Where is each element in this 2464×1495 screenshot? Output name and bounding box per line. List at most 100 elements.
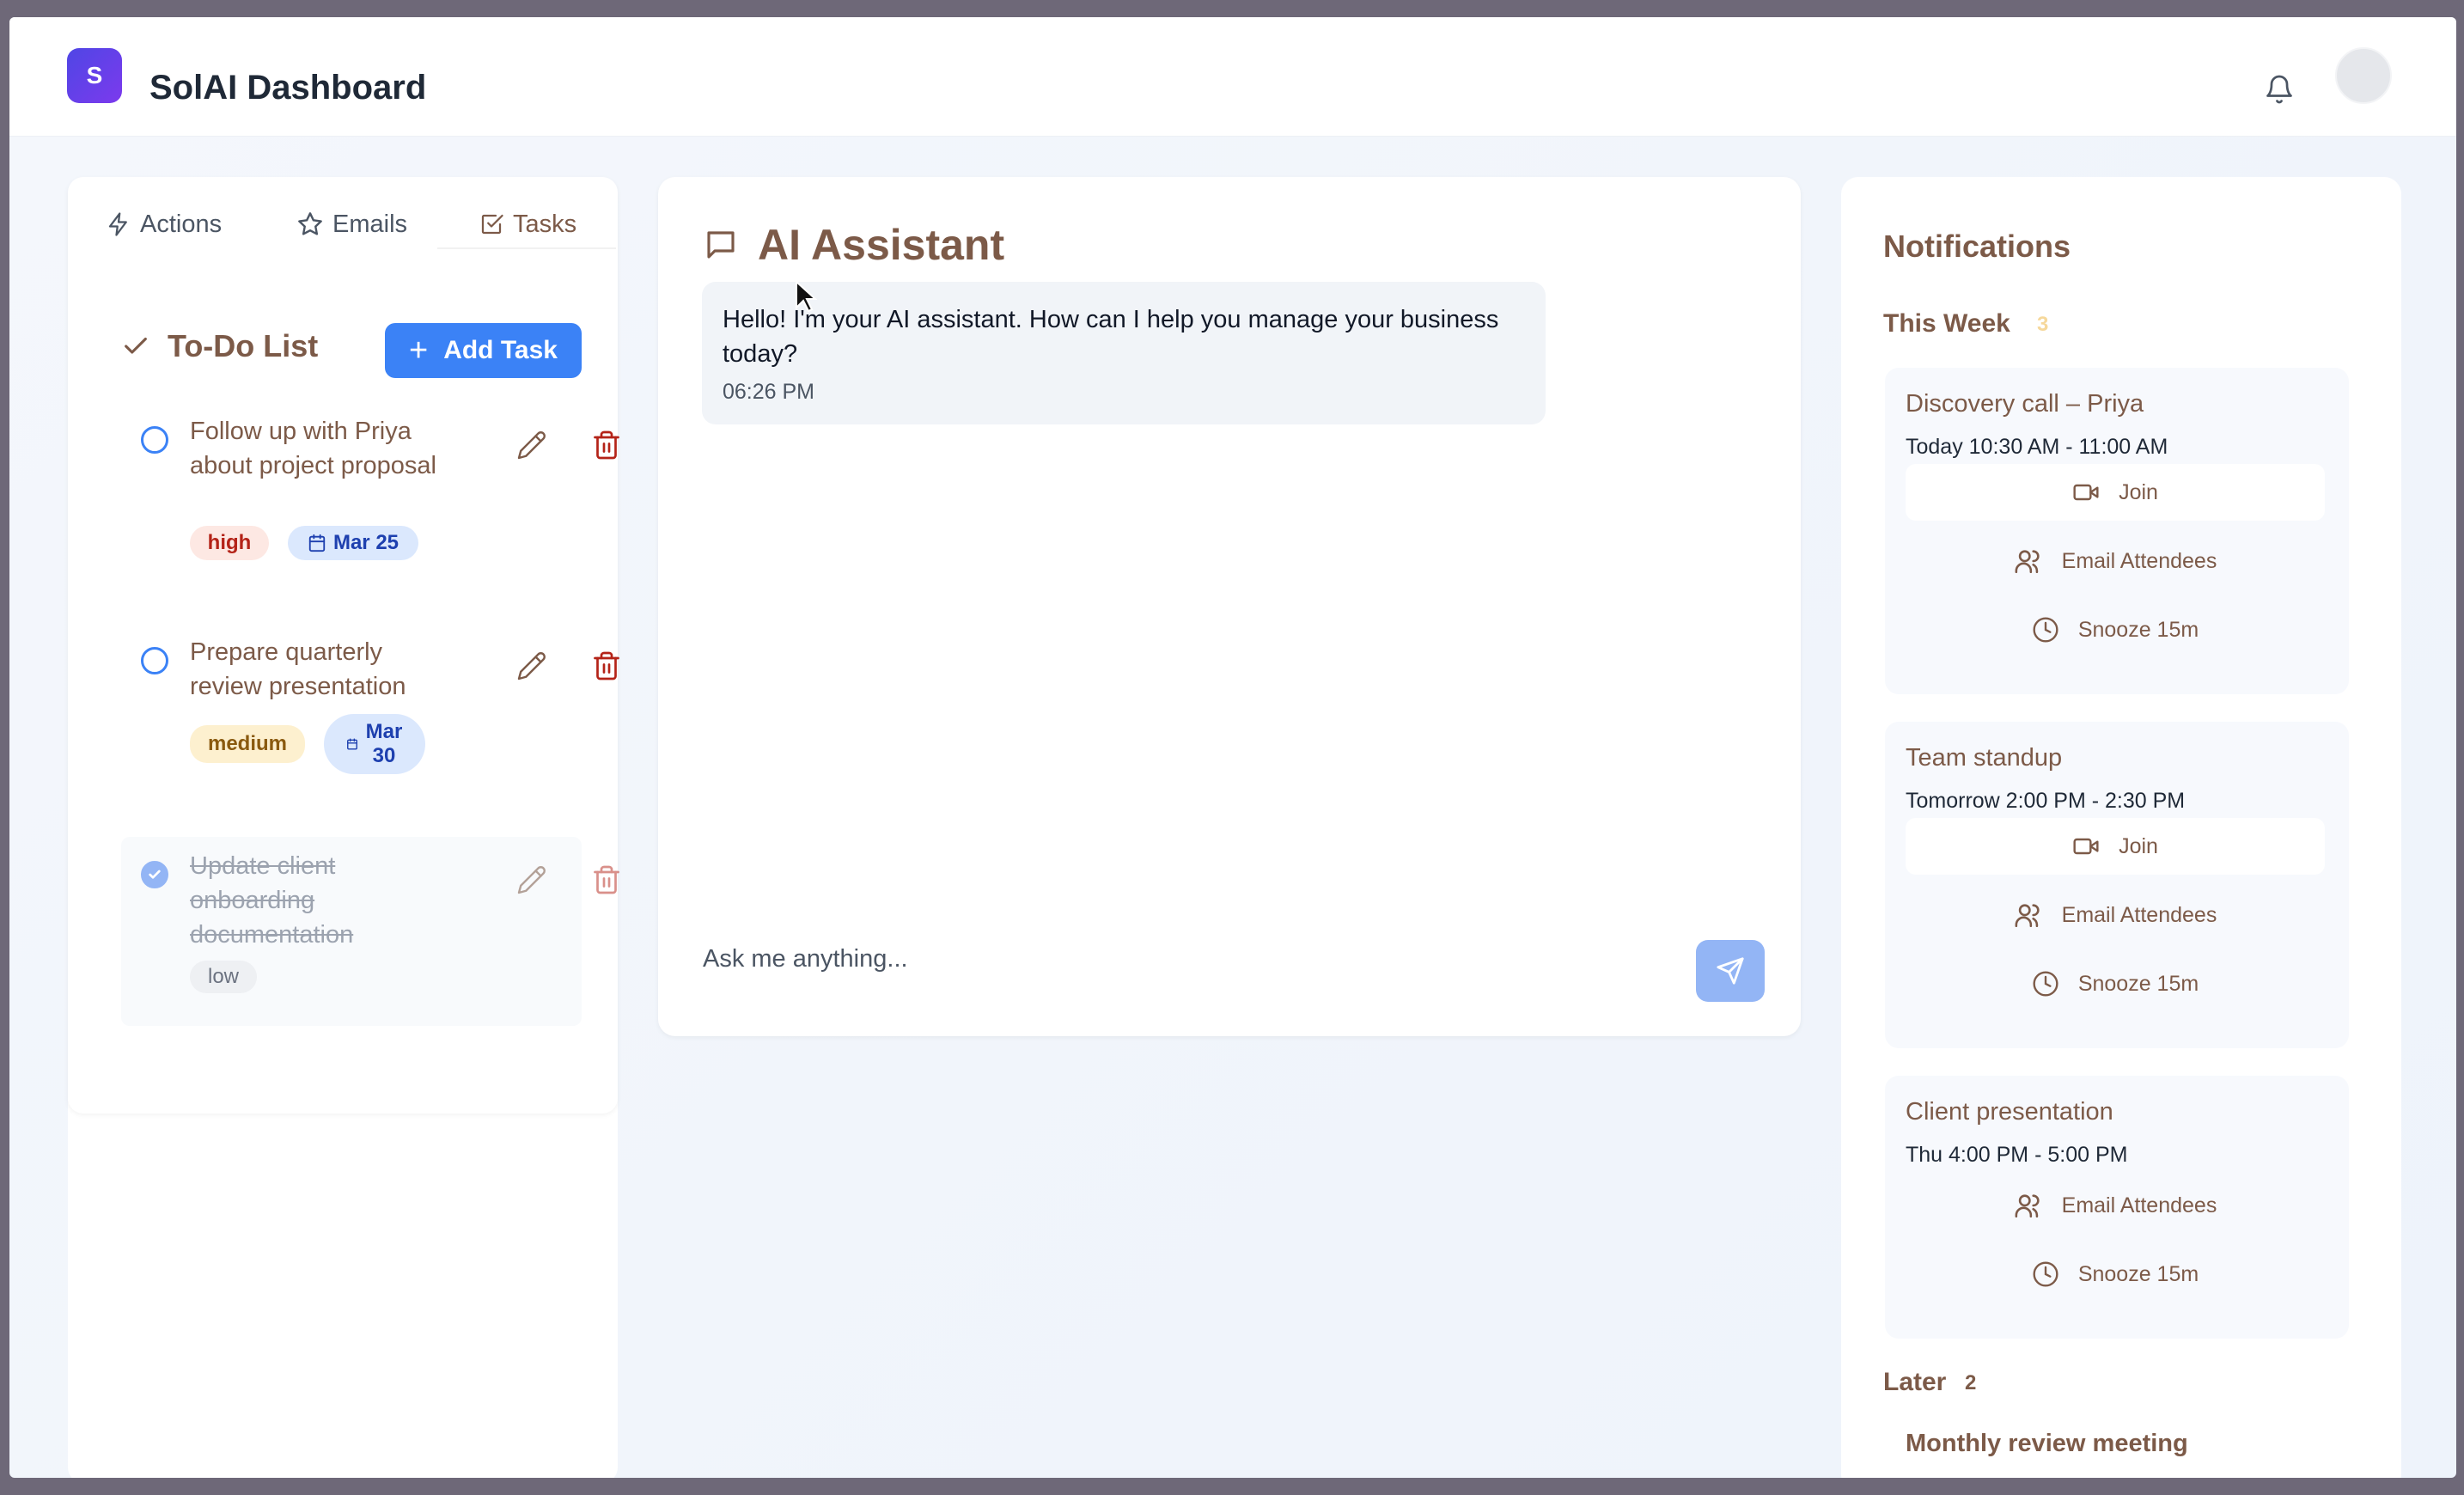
notifications-title: Notifications: [1883, 229, 2071, 264]
calendar-icon: [347, 738, 357, 750]
users-icon: [2015, 550, 2040, 574]
task-checkbox-checked[interactable]: [141, 861, 168, 888]
due-date-badge: Mar 25: [288, 526, 418, 560]
priority-badge: low: [190, 961, 257, 993]
event-title: Monthly review meeting: [1906, 1430, 2188, 1457]
due-date-badge: Mar 30: [324, 714, 425, 774]
mouse-cursor-icon: [796, 280, 817, 313]
join-button[interactable]: Join: [1906, 464, 2325, 521]
trash-icon[interactable]: [591, 650, 622, 681]
todo-header: To-Do List: [121, 328, 318, 364]
avatar[interactable]: [2335, 47, 2392, 104]
event-card: Client presentation Thu 4:00 PM - 5:00 P…: [1885, 1076, 2349, 1339]
clock-icon: [2033, 971, 2058, 997]
add-task-button[interactable]: + Add Task: [385, 323, 582, 378]
due-date-text: Mar 25: [332, 531, 399, 554]
event-title: Discovery call – Priya: [1906, 390, 2144, 418]
event-time: Tomorrow 2:00 PM - 2:30 PM: [1906, 789, 2186, 813]
users-icon: [2015, 904, 2040, 928]
checkbox-icon: [481, 214, 503, 235]
event-title: Team standup: [1906, 744, 2063, 772]
calendar-icon: [308, 534, 326, 552]
tab-actions[interactable]: Actions: [106, 203, 222, 246]
checkmark-icon: [125, 337, 147, 354]
task-title: Follow up with Priya about project propo…: [190, 418, 436, 479]
clock-icon: [2033, 1261, 2058, 1287]
section-count: 3: [2037, 313, 2049, 336]
star-icon: [298, 212, 322, 235]
bell-icon[interactable]: [2264, 74, 2295, 105]
event-title: Client presentation: [1906, 1098, 2113, 1126]
tab-bar: Actions Emails Tasks: [68, 177, 618, 263]
tab-tasks[interactable]: Tasks: [479, 203, 576, 246]
task-checkbox[interactable]: [141, 426, 168, 454]
assistant-message-bubble: Hello! I'm your AI assistant. How can I …: [702, 282, 1546, 424]
task-title: Update client onboarding documentation: [190, 852, 354, 949]
snooze-label: Snooze 15m: [2077, 1261, 2199, 1286]
assistant-panel: AI Assistant Hello! I'm your AI assistan…: [658, 177, 1801, 1036]
event-card: Discovery call – Priya Today 10:30 AM - …: [1885, 368, 2349, 694]
email-attendees-button[interactable]: Email Attendees: [1906, 1177, 2325, 1234]
snooze-label: Snooze 15m: [2077, 971, 2199, 996]
priority-badge: medium: [190, 725, 305, 763]
due-date-text: Mar 30: [365, 720, 403, 767]
trash-icon[interactable]: [591, 430, 622, 461]
video-camera-icon: [2073, 484, 2099, 501]
task-item: Prepare quarterly review presentation me…: [121, 630, 619, 802]
left-panel: Actions Emails Tasks To-Do List + Add Ta…: [68, 177, 619, 1478]
add-task-label: Add Task: [443, 336, 558, 364]
event-time: Thu 4:00 PM - 5:00 PM: [1906, 1143, 2128, 1167]
trash-icon[interactable]: [591, 864, 622, 895]
chat-bubble-icon: [707, 231, 735, 259]
chat-input[interactable]: [703, 933, 1648, 985]
snooze-label: Snooze 15m: [2077, 617, 2199, 642]
snooze-button[interactable]: Snooze 15m: [1906, 955, 2325, 1012]
email-attendees-button[interactable]: Email Attendees: [1906, 533, 2325, 589]
lightning-icon: [108, 212, 127, 236]
top-bar: S SolAI Dashboard: [9, 17, 2456, 137]
app-logo[interactable]: S: [67, 48, 122, 103]
email-attendees-label: Email Attendees: [2061, 548, 2217, 573]
task-title: Prepare quarterly review presentation: [190, 638, 406, 700]
tasks-card: Actions Emails Tasks To-Do List + Add Ta…: [68, 177, 619, 1114]
app-title: SolAI Dashboard: [149, 69, 427, 107]
priority-badge: high: [190, 526, 269, 560]
todo-title: To-Do List: [168, 328, 319, 363]
event-card: Team standup Tomorrow 2:00 PM - 2:30 PM …: [1885, 722, 2349, 1048]
message-timestamp: 06:26 PM: [723, 380, 815, 404]
pencil-icon[interactable]: [516, 864, 547, 895]
app-window: S SolAI Dashboard Actions Emails Tasks T…: [9, 17, 2456, 1478]
assistant-header: AI Assistant: [703, 220, 1004, 270]
users-icon: [2015, 1194, 2040, 1218]
snooze-button[interactable]: Snooze 15m: [1906, 601, 2325, 658]
check-icon: [149, 870, 161, 879]
tab-label: Tasks: [513, 210, 577, 238]
task-item: Update client onboarding documentation l…: [121, 837, 619, 1026]
join-label: Join: [2119, 833, 2158, 858]
event-time: Today 10:30 AM - 11:00 AM: [1906, 435, 2168, 459]
task-checkbox[interactable]: [141, 647, 168, 674]
plus-icon: +: [408, 332, 429, 369]
pencil-icon[interactable]: [516, 650, 547, 681]
video-camera-icon: [2073, 838, 2099, 855]
send-icon: [1717, 957, 1744, 985]
section-later[interactable]: Later: [1883, 1368, 1946, 1397]
snooze-button[interactable]: Snooze 15m: [1906, 1246, 2325, 1303]
email-attendees-button[interactable]: Email Attendees: [1906, 887, 2325, 943]
section-count: 2: [1965, 1371, 1977, 1394]
notifications-panel: Notifications This Week 3 Discovery call…: [1841, 177, 2401, 1478]
tab-label: Emails: [332, 210, 408, 238]
send-button[interactable]: [1696, 940, 1765, 1002]
tab-emails[interactable]: Emails: [296, 203, 407, 246]
clock-icon: [2033, 617, 2058, 643]
assistant-title: AI Assistant: [758, 221, 1005, 269]
tab-label: Actions: [140, 210, 223, 238]
assistant-message-text: Hello! I'm your AI assistant. How can I …: [723, 306, 1499, 368]
email-attendees-label: Email Attendees: [2061, 902, 2217, 927]
join-label: Join: [2119, 479, 2158, 504]
task-item: Follow up with Priya about project propo…: [121, 409, 619, 581]
section-this-week[interactable]: This Week: [1883, 309, 2010, 339]
pencil-icon[interactable]: [516, 430, 547, 461]
email-attendees-label: Email Attendees: [2061, 1193, 2217, 1217]
join-button[interactable]: Join: [1906, 818, 2325, 875]
